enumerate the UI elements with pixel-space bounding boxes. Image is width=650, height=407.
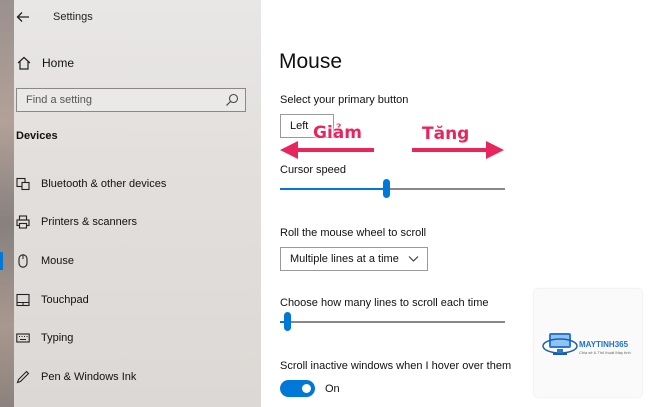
cursor-speed-label: Cursor speed — [280, 164, 347, 176]
primary-button-value: Left — [290, 120, 309, 132]
watermark-tagline: Chia sẻ & Thủ thuật Máy tính — [579, 350, 631, 355]
sidebar-item-label: Bluetooth & other devices — [41, 178, 167, 190]
left-arrow-icon — [280, 141, 374, 159]
sidebar-item-touchpad[interactable]: Touchpad — [0, 281, 261, 319]
sidebar-item-label: Pen & Windows Ink — [41, 371, 137, 383]
chevron-down-icon — [408, 248, 419, 279]
sidebar-item-label: Touchpad — [41, 294, 89, 306]
search-icon[interactable] — [225, 93, 239, 107]
back-button[interactable] — [14, 8, 32, 26]
mouse-icon — [18, 254, 28, 268]
lines-to-scroll-slider[interactable] — [280, 312, 505, 332]
search-input[interactable]: Find a setting — [16, 88, 246, 112]
slider-thumb[interactable] — [382, 179, 390, 198]
back-arrow-icon — [16, 12, 29, 22]
right-arrow-icon — [412, 141, 504, 159]
slider-track — [280, 321, 505, 323]
page-title: Mouse — [279, 50, 343, 73]
home-label: Home — [42, 56, 75, 70]
sidebar-item-bluetooth[interactable]: Bluetooth & other devices — [0, 165, 261, 203]
toggle-knob — [302, 384, 311, 393]
slider-fill — [280, 188, 386, 190]
bluetooth-devices-icon — [16, 177, 30, 191]
section-title-devices: Devices — [16, 130, 58, 142]
sidebar-item-pen[interactable]: Pen & Windows Ink — [0, 358, 261, 396]
primary-button-label: Select your primary button — [280, 94, 409, 106]
sidebar-item-label: Typing — [41, 332, 74, 344]
printer-icon — [16, 215, 30, 229]
scroll-mode-label: Roll the mouse wheel to scroll — [280, 227, 427, 239]
sidebar-item-label: Mouse — [41, 255, 75, 267]
scroll-mode-value: Multiple lines at a time — [290, 253, 399, 265]
watermark-logo-card: MAYTINH365 Chia sẻ & Thủ thuật Máy tính — [534, 289, 642, 397]
pen-icon — [16, 370, 30, 384]
scroll-mode-dropdown[interactable]: Multiple lines at a time — [280, 247, 428, 271]
slider-thumb[interactable] — [283, 312, 291, 331]
touchpad-icon — [16, 293, 30, 307]
scroll-inactive-toggle[interactable] — [280, 380, 315, 397]
maytinh365-logo-icon — [542, 333, 578, 355]
watermark-brand: MAYTINH365 — [579, 340, 629, 349]
sidebar-item-typing[interactable]: Typing — [0, 319, 261, 357]
home-icon — [17, 56, 31, 70]
keyboard-icon — [16, 333, 30, 343]
sidebar-item-label: Printers & scanners — [41, 216, 137, 228]
home-nav-item[interactable]: Home — [16, 54, 74, 72]
search-placeholder: Find a setting — [26, 94, 93, 106]
scroll-inactive-label: Scroll inactive windows when I hover ove… — [280, 360, 512, 372]
app-title: Settings — [53, 11, 93, 23]
settings-sidebar: Settings Home Find a setting Devices Blu… — [0, 0, 261, 407]
cursor-speed-slider[interactable] — [280, 179, 505, 199]
toggle-state-label: On — [325, 383, 340, 395]
lines-to-scroll-label: Choose how many lines to scroll each tim… — [280, 297, 489, 309]
sidebar-item-mouse[interactable]: Mouse — [0, 242, 261, 280]
title-bar: Settings — [0, 0, 261, 34]
sidebar-item-printers[interactable]: Printers & scanners — [0, 203, 261, 241]
